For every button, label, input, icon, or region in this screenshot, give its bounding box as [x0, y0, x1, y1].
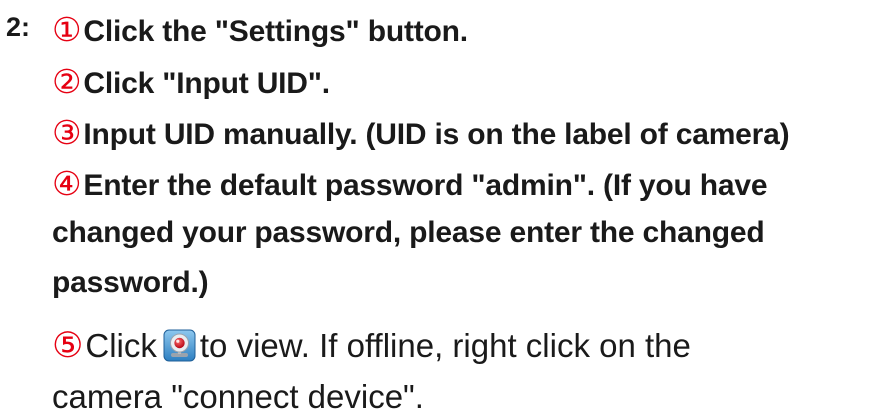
instruction-2: ②Click "Input UID". — [52, 65, 330, 99]
instruction-4-continued-2: password.) — [52, 266, 209, 299]
instruction-3-text: Input UID manually. (UID is on the label… — [83, 118, 790, 151]
step-marker-1: ① — [52, 10, 82, 49]
step-marker-4: ④ — [52, 164, 82, 203]
instruction-5-text-after: to view. If offline, right click on the — [199, 327, 691, 364]
instruction-2-text: Click "Input UID". — [83, 67, 330, 100]
instruction-4-text-2: changed your password, please enter the … — [52, 216, 765, 249]
instruction-4: ④Enter the default password "admin". (If… — [52, 164, 768, 203]
instruction-4-text: Enter the default password "admin". (If … — [83, 169, 768, 202]
step-number: 2: — [6, 12, 31, 42]
instruction-5-text-before: Click — [85, 327, 157, 364]
instruction-5-continued: camera "connect device". — [52, 380, 424, 413]
instruction-5: ⑤Click to view. If offline, right click … — [52, 329, 691, 364]
instruction-4-continued: changed your password, please enter the … — [52, 216, 765, 249]
step-marker-2: ② — [52, 62, 82, 101]
camera-view-icon — [163, 329, 196, 362]
instruction-3: ③Input UID manually. (UID is on the labe… — [52, 113, 790, 152]
step-marker-3: ③ — [52, 113, 82, 152]
instruction-1-text: Click the "Settings" button. — [83, 15, 468, 48]
step-marker-5: ⑤ — [52, 326, 84, 366]
instruction-5-text-2: camera "connect device". — [52, 378, 424, 415]
instruction-4-text-3: password.) — [52, 266, 209, 299]
instruction-1: ①Click the "Settings" button. — [52, 13, 468, 47]
